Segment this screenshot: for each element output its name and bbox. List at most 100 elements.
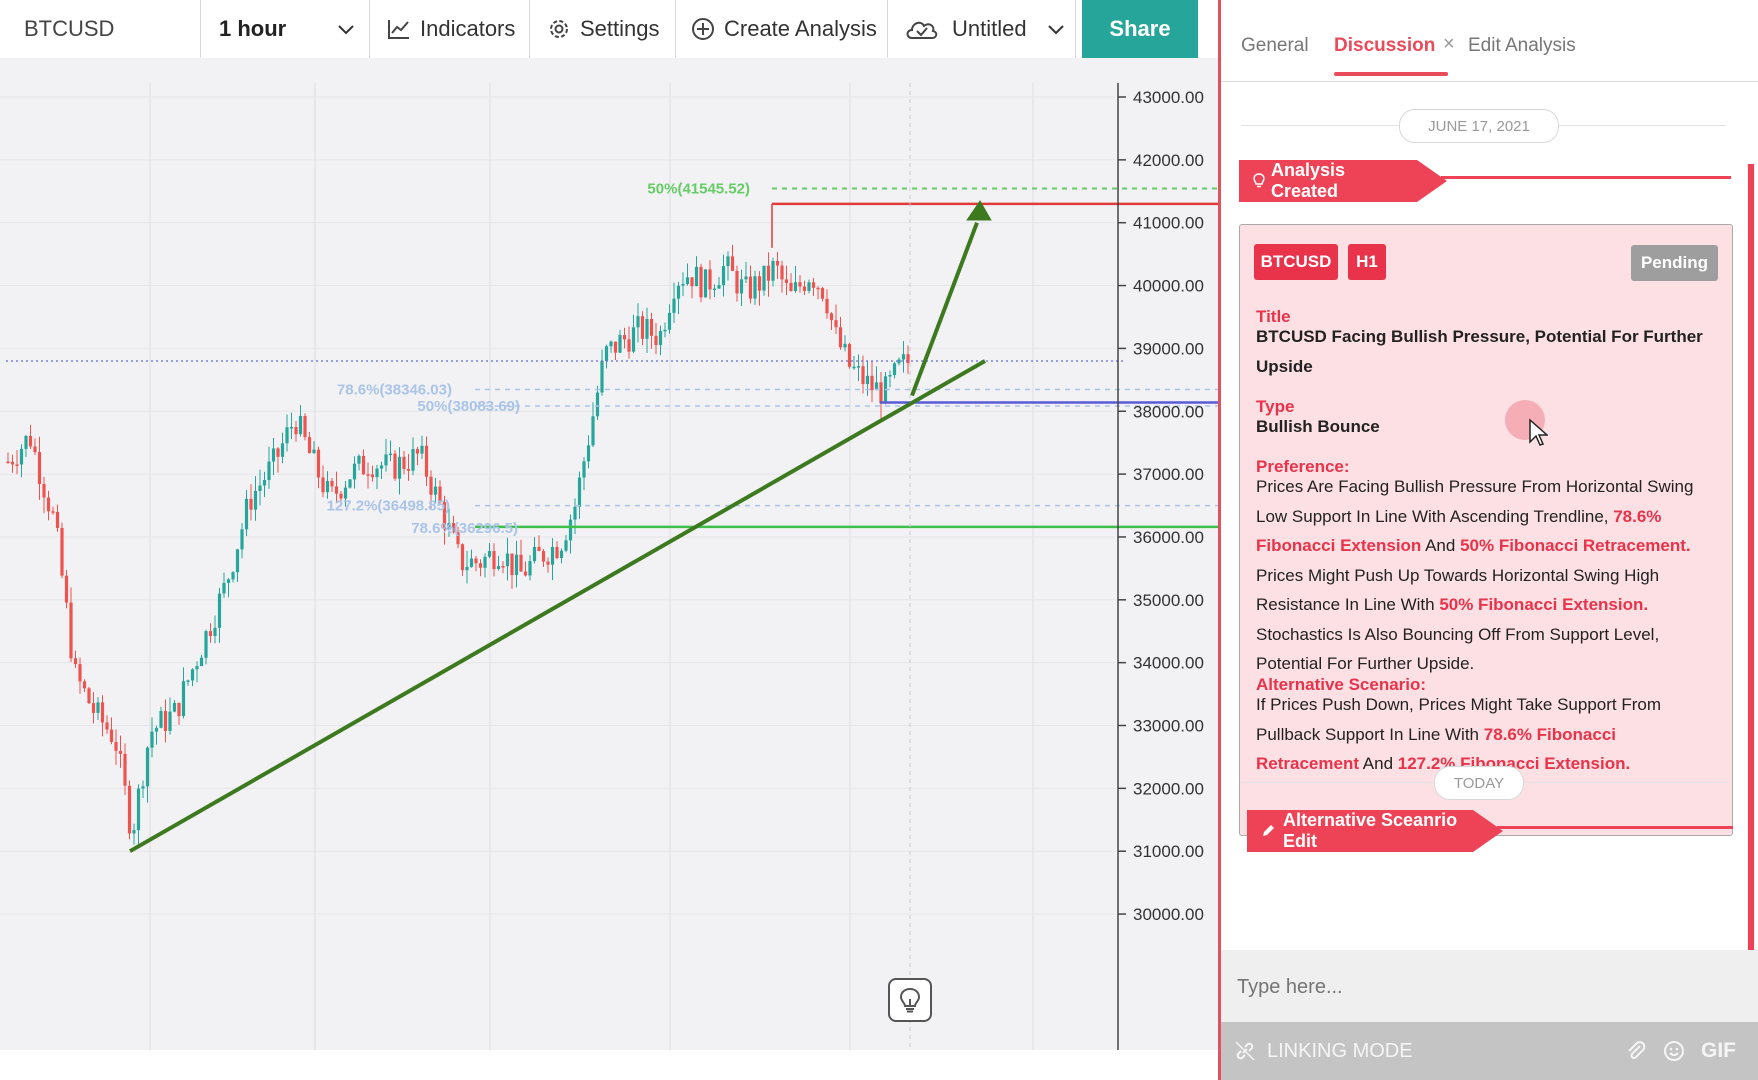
candle-body — [681, 284, 685, 286]
candle-body — [46, 497, 51, 512]
event-ribbon-analysis-created: Analysis Created — [1239, 160, 1417, 202]
text-segment: And — [1421, 536, 1461, 555]
candle-body — [352, 463, 357, 480]
gif-button[interactable]: GIF — [1701, 1039, 1736, 1063]
analysis-sidebar: General Discussion × Edit Analysis JUNE … — [1221, 0, 1758, 1080]
candle-body — [523, 571, 528, 576]
discussion-feed[interactable]: JUNE 17, 2021 Analysis Created BTCUSD H1… — [1221, 82, 1758, 950]
candle-body — [771, 261, 775, 281]
candle-body — [177, 702, 181, 717]
fib-label-786-low: 78.6%(36296.5) — [411, 520, 518, 537]
candle-body — [514, 554, 519, 576]
candle-body — [226, 579, 231, 583]
candle-body — [393, 453, 397, 479]
candle-body — [487, 551, 492, 557]
candle-body — [703, 269, 708, 298]
candle-body — [181, 681, 186, 717]
candle-body — [132, 830, 136, 834]
candle-body — [91, 703, 96, 713]
linking-mode-label[interactable]: LINKING MODE — [1267, 1040, 1413, 1063]
candle-body — [735, 270, 739, 294]
candle-body — [568, 519, 573, 541]
candle-body — [744, 276, 748, 280]
candle-body — [136, 788, 141, 831]
paperclip-icon[interactable] — [1625, 1040, 1647, 1062]
candle-body — [739, 279, 744, 294]
settings-button[interactable]: Settings — [530, 0, 676, 58]
chart-canvas[interactable]: 50%(41545.52) 78.6%(38346.03)50%(38083.69… — [0, 58, 1220, 1050]
close-icon[interactable]: × — [1443, 33, 1455, 56]
interval-dropdown[interactable]: 1 hour — [201, 0, 370, 58]
message-input[interactable] — [1235, 964, 1739, 1010]
candle-body — [141, 786, 145, 789]
candle-body — [465, 566, 469, 571]
analysis-name-dropdown[interactable]: Untitled — [888, 0, 1076, 58]
feed-scrollbar[interactable] — [1747, 164, 1755, 950]
candle-body — [852, 366, 856, 369]
candle-body — [645, 318, 649, 339]
candle-body — [420, 445, 424, 454]
candle-body — [118, 750, 123, 754]
candle-body — [618, 335, 622, 353]
candle-body — [460, 544, 465, 571]
candle-body — [766, 265, 771, 281]
scrollbar-thumb[interactable] — [1748, 164, 1754, 950]
ribbon-tail — [1473, 810, 1503, 852]
candle-body — [127, 785, 132, 834]
candle-body — [600, 360, 604, 393]
candle-body — [262, 480, 267, 486]
candle-body — [109, 729, 114, 742]
settings-label: Settings — [580, 16, 660, 41]
symbol-selector[interactable]: BTCUSD — [0, 0, 201, 58]
indicators-button[interactable]: Indicators — [370, 0, 530, 58]
candle-body — [784, 279, 789, 283]
candle-body — [847, 343, 852, 367]
price-tick-label: 35000.00 — [1133, 591, 1204, 610]
candle-body — [856, 366, 861, 368]
tab-general[interactable]: General — [1241, 35, 1309, 57]
tab-edit-analysis[interactable]: Edit Analysis — [1468, 35, 1576, 57]
preference-text: Prices Are Facing Bullish Pressure From … — [1256, 472, 1718, 679]
price-tick-label: 30000.00 — [1133, 905, 1204, 924]
candle-body — [627, 339, 631, 352]
candle-body — [163, 711, 168, 731]
candle-body — [780, 265, 784, 280]
candle-body — [312, 449, 316, 454]
link-icon[interactable] — [1233, 1039, 1257, 1063]
candle-body — [294, 426, 298, 435]
candle-body — [604, 346, 609, 361]
candle-body — [379, 465, 384, 469]
candle-body — [424, 445, 429, 477]
create-analysis-button[interactable]: Create Analysis — [676, 0, 888, 58]
candle-body — [478, 563, 483, 568]
candle-body — [699, 266, 703, 298]
candle-body — [663, 329, 667, 332]
candle-body — [595, 392, 600, 417]
candle-body — [402, 456, 406, 469]
candle-body — [348, 479, 352, 488]
candle-body — [357, 455, 361, 464]
lightbulb-icon[interactable] — [888, 978, 932, 1022]
candle-body — [672, 298, 676, 313]
candle-body — [361, 455, 366, 475]
candle-body — [24, 436, 28, 449]
tab-discussion[interactable]: Discussion — [1334, 35, 1435, 57]
candle-body — [100, 702, 105, 723]
candle-body — [366, 474, 370, 476]
candle-body — [820, 288, 825, 299]
emoji-icon[interactable] — [1663, 1040, 1685, 1062]
candle-body — [388, 453, 393, 456]
price-chart[interactable]: 50%(41545.52) 78.6%(38346.03) 50%(38083.69… — [0, 58, 1220, 1050]
share-button[interactable]: Share — [1082, 0, 1198, 58]
candle-body — [231, 572, 235, 580]
candle-body — [15, 464, 19, 466]
candle-body — [748, 276, 753, 299]
candle-body — [429, 476, 433, 495]
sidebar-tabs: General Discussion × Edit Analysis — [1221, 0, 1758, 82]
candle-body — [492, 551, 496, 569]
analysis-type: Bullish Bounce — [1256, 417, 1380, 436]
analysis-name-label: Untitled — [952, 16, 1027, 41]
candle-body — [537, 546, 541, 552]
price-tick-label: 39000.00 — [1133, 339, 1204, 358]
fib-label-1272: 127.2%(36498.85) — [327, 498, 450, 515]
